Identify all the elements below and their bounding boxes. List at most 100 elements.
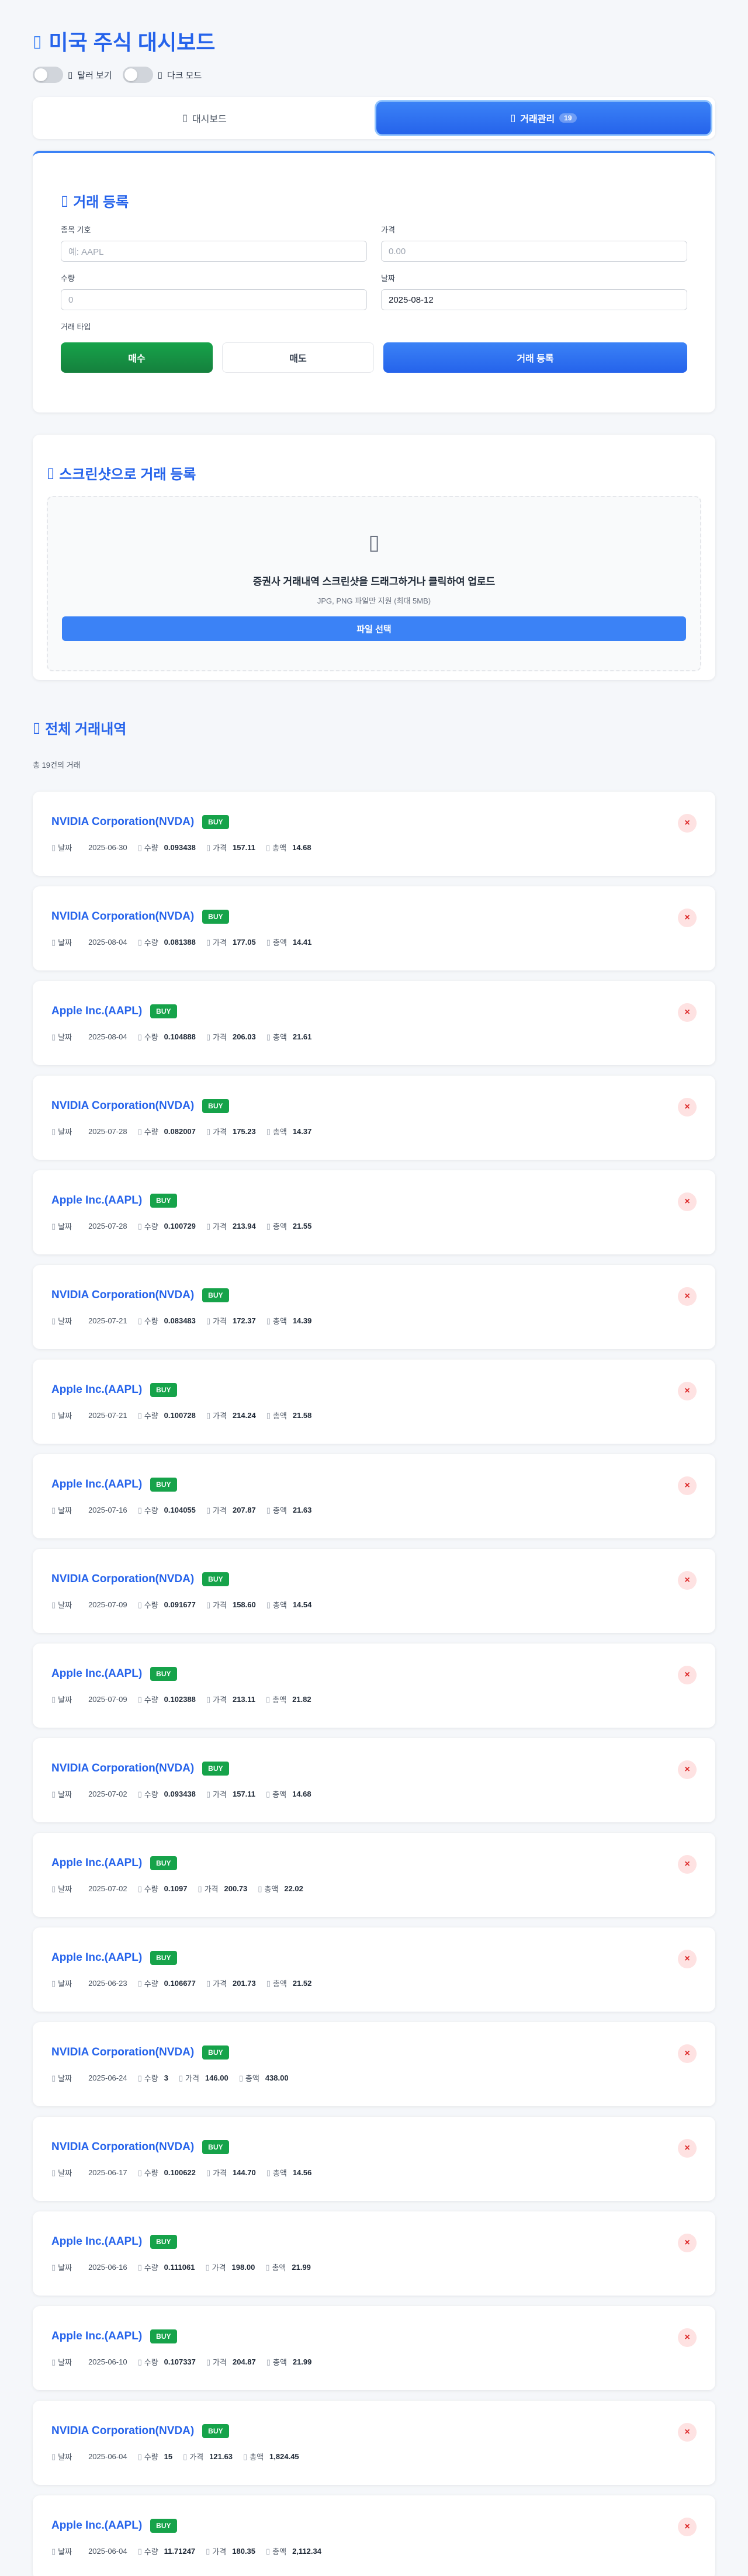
delete-transaction-button[interactable]: ×: [678, 1855, 697, 1874]
buy-button[interactable]: 매수: [61, 342, 213, 373]
delete-transaction-button[interactable]: ×: [678, 1098, 697, 1117]
dollar-toggle-label: 달러 보기: [77, 70, 112, 81]
delete-transaction-button[interactable]: ×: [678, 2423, 697, 2442]
transaction-stock-name[interactable]: Apple Inc.(AAPL): [51, 1857, 142, 1870]
transaction-stock-name[interactable]: Apple Inc.(AAPL): [51, 1194, 142, 1207]
transaction-stock-name[interactable]: NVIDIA Corporation(NVDA): [51, 1762, 194, 1775]
delete-transaction-button[interactable]: ×: [678, 909, 697, 927]
page: ▯ 미국 주식 대시보드 ▯ 달러 보기 ▯ 다크 모드 ▯ 대시보드 ▯ 거래…: [0, 0, 748, 2576]
memo-icon: ▯: [510, 113, 516, 123]
price-icon: ▯: [198, 1884, 202, 1893]
transaction-stock-name[interactable]: NVIDIA Corporation(NVDA): [51, 1100, 194, 1112]
delete-transaction-button[interactable]: ×: [678, 2139, 697, 2158]
trade-form-grid: 종목 기호 예: AAPL 가격 0.00 수량 0 날짜 2025-08-12: [61, 224, 687, 310]
calendar-icon: ▯: [51, 1789, 56, 1798]
transaction-card: Apple Inc.(AAPL) BUY × ▯ 날짜 2025-08-04 ▯ 수…: [33, 981, 715, 1065]
quantity-icon: ▯: [137, 2357, 142, 2366]
calendar-icon: ▯: [51, 1221, 56, 1230]
transaction-stock-name[interactable]: Apple Inc.(AAPL): [51, 1384, 142, 1396]
transaction-price: 213.11: [232, 1695, 256, 1704]
delete-transaction-button[interactable]: ×: [678, 1476, 697, 1495]
transaction-date-label: ▯ 날짜: [51, 2072, 72, 2083]
transaction-stock-name[interactable]: Apple Inc.(AAPL): [51, 1005, 142, 1018]
transaction-card: Apple Inc.(AAPL) BUY × ▯ 날짜 2025-07-21 ▯ 수…: [33, 1360, 715, 1444]
price-icon: ▯: [206, 1694, 211, 1704]
quantity-input[interactable]: 0: [61, 289, 367, 310]
transaction-price: 177.05: [232, 938, 256, 947]
date-label-text: 날짜: [58, 1128, 72, 1136]
delete-transaction-button[interactable]: ×: [678, 2044, 697, 2063]
transaction-price: 200.73: [224, 1884, 248, 1893]
transaction-stock-name[interactable]: NVIDIA Corporation(NVDA): [51, 2046, 194, 2059]
tab-trade-management[interactable]: ▯ 거래관리 19: [376, 102, 711, 134]
transaction-date-label: ▯ 날짜: [51, 1788, 72, 1800]
transaction-stock-name[interactable]: NVIDIA Corporation(NVDA): [51, 1573, 194, 1586]
delete-transaction-button[interactable]: ×: [678, 2234, 697, 2252]
transaction-card: NVIDIA Corporation(NVDA) BUY × ▯ 날짜 2025-…: [33, 1265, 715, 1349]
transaction-price-label: ▯ 가격: [206, 842, 227, 853]
transaction-total-label: ▯ 총액: [266, 1410, 287, 1421]
qty-label-text: 수량: [144, 1128, 158, 1136]
transaction-stock-name[interactable]: NVIDIA Corporation(NVDA): [51, 816, 194, 828]
delete-transaction-button[interactable]: ×: [678, 2328, 697, 2347]
tab-dashboard[interactable]: ▯ 대시보드: [37, 102, 372, 134]
delete-transaction-button[interactable]: ×: [678, 1003, 697, 1022]
delete-transaction-button[interactable]: ×: [678, 1287, 697, 1306]
submit-trade-button[interactable]: 거래 등록: [383, 342, 687, 373]
upload-dropzone[interactable]: ▯ 증권사 거래내역 스크린샷을 드래그하거나 클릭하여 업로드 JPG, PN…: [47, 496, 701, 671]
transaction-date: 2025-06-23: [88, 1979, 127, 1988]
delete-transaction-button[interactable]: ×: [678, 814, 697, 833]
transaction-stock-name[interactable]: Apple Inc.(AAPL): [51, 1951, 142, 1964]
delete-transaction-button[interactable]: ×: [678, 1760, 697, 1779]
transaction-meta: ▯ 날짜 2025-06-30 ▯ 수량 0.093438 ▯ 가격 157.11 ▯…: [51, 842, 697, 853]
transaction-stock-name[interactable]: Apple Inc.(AAPL): [51, 1478, 142, 1491]
transaction-stock-name[interactable]: NVIDIA Corporation(NVDA): [51, 2141, 194, 2154]
dark-mode-switch[interactable]: [122, 67, 153, 83]
calendar-icon: ▯: [51, 937, 56, 947]
delete-transaction-button[interactable]: ×: [678, 1950, 697, 1968]
choose-file-button[interactable]: 파일 선택: [62, 616, 686, 641]
calendar-icon: ▯: [51, 2262, 56, 2272]
date-input[interactable]: 2025-08-12: [381, 289, 687, 310]
transaction-date: 2025-07-02: [88, 1790, 127, 1798]
transaction-stock-name[interactable]: Apple Inc.(AAPL): [51, 2519, 142, 2532]
calendar-icon: ▯: [51, 2168, 56, 2177]
transaction-stock-name[interactable]: Apple Inc.(AAPL): [51, 2330, 142, 2343]
transaction-stock-name[interactable]: NVIDIA Corporation(NVDA): [51, 1289, 194, 1302]
transaction-stock-name[interactable]: Apple Inc.(AAPL): [51, 2235, 142, 2248]
price-icon: ▯: [206, 2168, 211, 2177]
transaction-qty: 0.102388: [164, 1695, 196, 1704]
transaction-stock-name[interactable]: Apple Inc.(AAPL): [51, 1667, 142, 1680]
transaction-type-badge: BUY: [150, 1951, 177, 1965]
transaction-qty: 0.100622: [164, 2168, 196, 2177]
delete-transaction-button[interactable]: ×: [678, 2518, 697, 2536]
transaction-qty: 15: [164, 2452, 173, 2461]
history-title-text: 전체 거래내역: [45, 722, 127, 737]
symbol-input[interactable]: 예: AAPL: [61, 241, 367, 262]
transaction-card: NVIDIA Corporation(NVDA) BUY × ▯ 날짜 2025-…: [33, 2117, 715, 2201]
transaction-type-badge: BUY: [150, 1194, 177, 1208]
transaction-header: NVIDIA Corporation(NVDA) BUY: [51, 1288, 697, 1302]
transaction-type-badge: BUY: [150, 1667, 177, 1681]
transaction-header: Apple Inc.(AAPL) BUY: [51, 1856, 697, 1870]
transaction-qty-label: ▯ 수량: [138, 1694, 158, 1705]
price-label-text: 가격: [213, 2358, 227, 2367]
transaction-stock-name[interactable]: NVIDIA Corporation(NVDA): [51, 2425, 194, 2438]
delete-transaction-button[interactable]: ×: [678, 1571, 697, 1590]
trade-form-title: ▯ 거래 등록: [61, 190, 687, 211]
transaction-card: Apple Inc.(AAPL) BUY × ▯ 날짜 2025-06-23 ▯ 수…: [33, 1927, 715, 2012]
date-label-text: 날짜: [58, 1222, 72, 1231]
transaction-type-badge: BUY: [150, 1478, 177, 1492]
delete-transaction-button[interactable]: ×: [678, 1192, 697, 1211]
price-input[interactable]: 0.00: [381, 241, 687, 262]
delete-transaction-button[interactable]: ×: [678, 1382, 697, 1400]
delete-transaction-button[interactable]: ×: [678, 1666, 697, 1684]
transaction-total: 21.82: [292, 1695, 311, 1704]
transaction-type-badge: BUY: [150, 2235, 177, 2249]
transaction-total-label: ▯ 총액: [266, 1031, 287, 1042]
transaction-total-label: ▯ 총액: [266, 1504, 287, 1516]
dollar-switch[interactable]: [33, 67, 63, 83]
sell-button[interactable]: 매도: [222, 342, 374, 373]
transaction-stock-name[interactable]: NVIDIA Corporation(NVDA): [51, 910, 194, 923]
total-icon: ▯: [266, 1694, 271, 1704]
